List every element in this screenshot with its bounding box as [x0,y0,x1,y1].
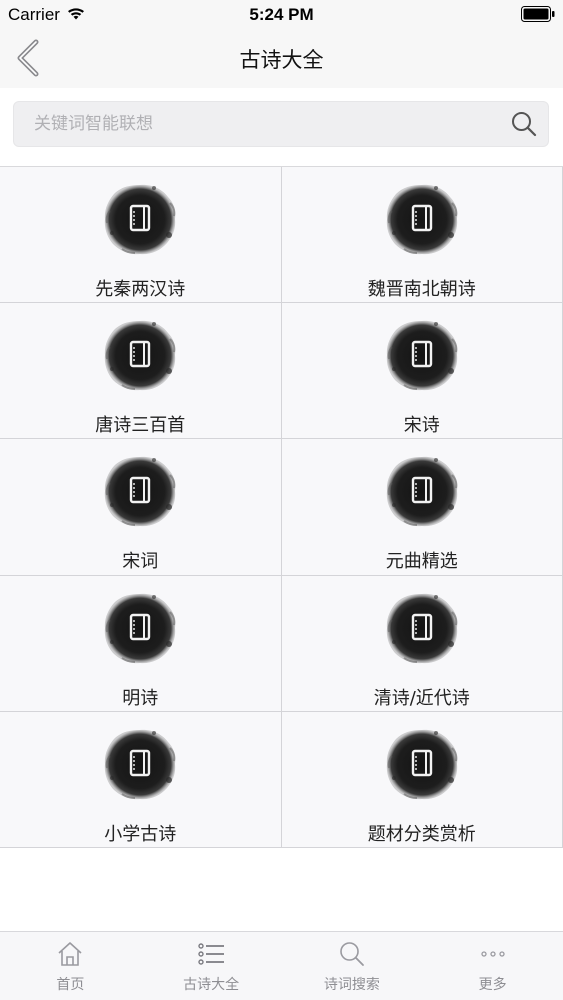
tab-label: 诗词搜索 [323,977,380,993]
tab-label: 首页 [56,977,85,993]
battery-icon [521,6,555,22]
category-label: 清诗/近代诗 [373,687,470,709]
search-box[interactable] [13,101,549,147]
ink-notebook-icon [384,317,460,393]
category-label: 宋词 [122,551,159,573]
category-tangshi-300[interactable]: 唐诗三百首 [0,303,282,440]
tab-gushi-daquan[interactable]: 古诗大全 [141,932,282,1000]
ink-notebook-icon [384,453,460,529]
category-xiaoxue-gushi[interactable]: 小学古诗 [0,711,282,848]
category-label: 宋诗 [403,415,440,437]
ink-notebook-icon [102,181,178,257]
category-weijin-nanbeichao[interactable]: 魏晋南北朝诗 [281,167,563,304]
category-label: 唐诗三百首 [95,415,186,437]
category-qingshi-jindai[interactable]: 清诗/近代诗 [281,575,563,712]
search-icon [340,942,364,966]
page-title: 古诗大全 [239,48,324,72]
category-grid: 先秦两汉诗 魏晋南北朝诗 唐诗三百首 宋诗 宋词 元曲精选 明诗 清诗/近代诗 [0,166,563,848]
status-time: 5:24 PM [249,5,314,24]
home-icon [58,942,82,966]
category-label: 明诗 [122,687,159,709]
category-label: 元曲精选 [385,551,458,573]
search-icon[interactable] [510,110,538,138]
category-xianqin-lianghan[interactable]: 先秦两汉诗 [0,167,282,304]
tab-label: 更多 [478,977,507,993]
ink-notebook-icon [384,590,460,666]
category-label: 魏晋南北朝诗 [367,279,476,300]
ink-notebook-icon [102,590,178,666]
tab-bar: 首页 古诗大全 诗词搜索 更多 [0,931,563,1000]
category-label: 小学古诗 [104,823,177,845]
category-ticai-shangxi[interactable]: 题材分类赏析 [281,711,563,848]
category-mingshi[interactable]: 明诗 [0,575,282,712]
tab-more[interactable]: 更多 [422,932,563,1000]
category-songci[interactable]: 宋词 [0,439,282,576]
search-input[interactable] [34,102,504,146]
category-songshi[interactable]: 宋诗 [281,303,563,440]
category-yuanqu[interactable]: 元曲精选 [281,439,563,576]
category-label: 先秦两汉诗 [95,279,186,300]
app-screen: Carrier 5:24 PM 古诗大全 关键词智能联想 先秦两汉诗 魏晋南北朝… [0,0,563,1000]
tab-label: 古诗大全 [183,977,240,993]
ink-notebook-icon [102,453,178,529]
ink-notebook-icon [102,726,178,802]
search-area [0,88,563,166]
ink-notebook-icon [102,317,178,393]
ink-notebook-icon [384,726,460,802]
ink-notebook-icon [384,181,460,257]
list-icon [198,943,225,965]
tab-shici-sousuo[interactable]: 诗词搜索 [282,932,423,1000]
category-label: 题材分类赏析 [367,823,476,845]
more-dots-icon [480,951,505,957]
status-bar: Carrier 5:24 PM [0,0,563,30]
navigation-bar: 古诗大全 [0,30,563,89]
tab-home[interactable]: 首页 [0,932,141,1000]
